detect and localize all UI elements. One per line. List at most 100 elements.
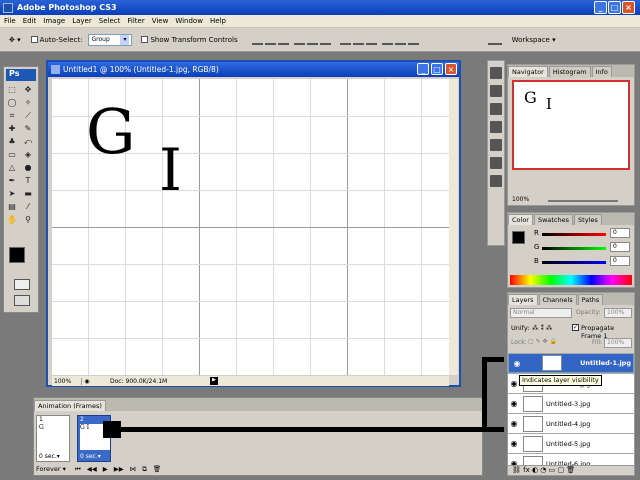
- channel-g-value[interactable]: 0: [610, 242, 630, 252]
- document-vertical-scrollbar[interactable]: [449, 79, 458, 375]
- tab-swatches[interactable]: Swatches: [533, 214, 574, 225]
- paint-bucket-icon[interactable]: ◈: [22, 149, 34, 160]
- distribute-top-icon[interactable]: [339, 34, 351, 45]
- loop-dropdown[interactable]: Forever ▾: [36, 465, 66, 473]
- duplicate-frame-icon[interactable]: ⧉: [142, 465, 147, 474]
- distribute-left-icon[interactable]: [381, 34, 393, 45]
- zoom-level[interactable]: 100%: [52, 377, 82, 385]
- quick-mask-icon[interactable]: [14, 279, 30, 290]
- play-icon[interactable]: ▶: [103, 465, 108, 473]
- visibility-eye-icon[interactable]: ◉: [508, 439, 520, 448]
- distribute-right-icon[interactable]: [407, 34, 419, 45]
- animation-frame[interactable]: 1 G 0 sec.▾: [36, 415, 70, 462]
- propagate-checkbox[interactable]: ✓: [572, 324, 579, 331]
- blur-tool-icon[interactable]: △: [6, 162, 18, 173]
- channel-b-slider[interactable]: [542, 261, 606, 264]
- align-hcenter-icon[interactable]: [306, 34, 318, 45]
- tab-color[interactable]: Color: [508, 214, 533, 225]
- doc-maximize-button[interactable]: □: [431, 63, 443, 75]
- move-tool-preset[interactable]: ✥ ▾: [6, 33, 24, 47]
- tab-animation-frames[interactable]: Animation (Frames): [34, 400, 106, 411]
- distribute-hcenter-icon[interactable]: [394, 34, 406, 45]
- menu-window[interactable]: Window: [175, 17, 203, 25]
- menu-edit[interactable]: Edit: [23, 17, 37, 25]
- menu-view[interactable]: View: [152, 17, 169, 25]
- move-tool-icon[interactable]: ✥: [22, 84, 34, 95]
- navigator-preview[interactable]: G I: [512, 80, 630, 170]
- doc-close-button[interactable]: ×: [445, 63, 457, 75]
- marquee-tool-icon[interactable]: ⬚: [6, 84, 18, 95]
- tab-navigator[interactable]: Navigator: [508, 66, 548, 77]
- slice-tool-icon[interactable]: ⟋: [22, 110, 34, 121]
- menu-file[interactable]: File: [4, 17, 16, 25]
- eyedropper-icon[interactable]: ⁄: [22, 201, 34, 212]
- show-transform-checkbox[interactable]: [141, 36, 149, 43]
- tween-icon[interactable]: ⋈: [130, 465, 137, 473]
- crop-tool-icon[interactable]: ⌗: [6, 110, 18, 121]
- align-left-icon[interactable]: [293, 34, 305, 45]
- visibility-eye-icon[interactable]: ◉: [511, 359, 523, 368]
- screen-mode-icon[interactable]: [14, 295, 30, 306]
- layer-row[interactable]: ◉ Untitled-4.jpg: [508, 413, 634, 433]
- frame-delay[interactable]: 0 sec.▾: [80, 453, 101, 460]
- notes-tool-icon[interactable]: ▤: [6, 201, 18, 212]
- doc-minimize-button[interactable]: _: [417, 63, 429, 75]
- layers-footer-icons[interactable]: ⛓ fx ◐ ◔ ▭ ▢ 🗑: [508, 465, 634, 475]
- distribute-vcenter-icon[interactable]: [352, 34, 364, 45]
- tab-layers[interactable]: Layers: [508, 294, 538, 305]
- document-canvas[interactable]: G I: [52, 79, 449, 375]
- navigator-zoom-slider[interactable]: [548, 200, 618, 202]
- bridge-icon[interactable]: [487, 34, 502, 45]
- close-button[interactable]: ×: [622, 1, 635, 14]
- eraser-tool-icon[interactable]: ▭: [6, 149, 18, 160]
- status-menu-arrow-icon[interactable]: ▶: [210, 377, 218, 385]
- layer-comps-icon[interactable]: [490, 103, 502, 115]
- channel-r-slider[interactable]: [542, 233, 606, 236]
- opacity-field[interactable]: 100%: [604, 308, 632, 318]
- auto-select-dropdown[interactable]: Group ▾: [88, 33, 133, 46]
- fill-field[interactable]: 100%: [604, 338, 632, 348]
- unify-icons[interactable]: ⁂ ⁑ ⁂: [532, 324, 552, 332]
- align-bottom-icon[interactable]: [277, 34, 289, 45]
- tab-channels[interactable]: Channels: [538, 294, 577, 305]
- channel-b-value[interactable]: 0: [610, 256, 630, 266]
- tab-histogram[interactable]: Histogram: [548, 66, 591, 77]
- hand-tool-icon[interactable]: ✋: [6, 214, 18, 225]
- align-right-icon[interactable]: [319, 34, 331, 45]
- lock-icons[interactable]: ▢ ✎ ✥ 🔒: [528, 338, 557, 345]
- layer-row[interactable]: ◉ Untitled-5.jpg: [508, 433, 634, 453]
- minimize-button[interactable]: _: [594, 1, 607, 14]
- tool-presets-icon[interactable]: [490, 85, 502, 97]
- clone-source-icon[interactable]: [490, 121, 502, 133]
- frame-delay[interactable]: 0 sec.▾: [39, 453, 60, 460]
- tab-paths[interactable]: Paths: [577, 294, 604, 305]
- color-foreground-swatch[interactable]: [512, 231, 525, 244]
- lasso-tool-icon[interactable]: ◯: [6, 97, 18, 108]
- dodge-tool-icon[interactable]: ●: [22, 162, 34, 173]
- distribute-bottom-icon[interactable]: [365, 34, 377, 45]
- paragraph-panel-icon[interactable]: [490, 157, 502, 169]
- channel-g-slider[interactable]: [542, 247, 606, 250]
- menu-filter[interactable]: Filter: [127, 17, 144, 25]
- menu-help[interactable]: Help: [210, 17, 226, 25]
- shape-tool-icon[interactable]: ▬: [22, 188, 34, 199]
- delete-frame-icon[interactable]: 🗑: [153, 465, 161, 473]
- layer-row[interactable]: ◉ Untitled-1.jpg: [508, 353, 634, 373]
- tab-styles[interactable]: Styles: [574, 214, 602, 225]
- path-select-icon[interactable]: ➤: [6, 188, 18, 199]
- clone-stamp-icon[interactable]: ♣: [6, 136, 18, 147]
- auto-select-checkbox[interactable]: [30, 36, 38, 43]
- type-tool-icon[interactable]: T: [22, 175, 34, 186]
- zoom-tool-icon[interactable]: ⚲: [22, 214, 34, 225]
- magic-wand-icon[interactable]: ✧: [22, 97, 34, 108]
- next-frame-icon[interactable]: ▶▶: [114, 465, 124, 473]
- visibility-eye-icon[interactable]: ◉: [508, 419, 520, 428]
- actions-panel-icon[interactable]: [490, 175, 502, 187]
- foreground-color-swatch[interactable]: [9, 247, 25, 263]
- channel-r-value[interactable]: 0: [610, 228, 630, 238]
- blend-mode-dropdown[interactable]: Normal: [510, 308, 572, 318]
- color-spectrum-ramp[interactable]: [510, 275, 632, 285]
- visibility-eye-icon[interactable]: ◉: [508, 399, 520, 408]
- align-vcenter-icon[interactable]: [264, 34, 276, 45]
- character-panel-icon[interactable]: [490, 139, 502, 151]
